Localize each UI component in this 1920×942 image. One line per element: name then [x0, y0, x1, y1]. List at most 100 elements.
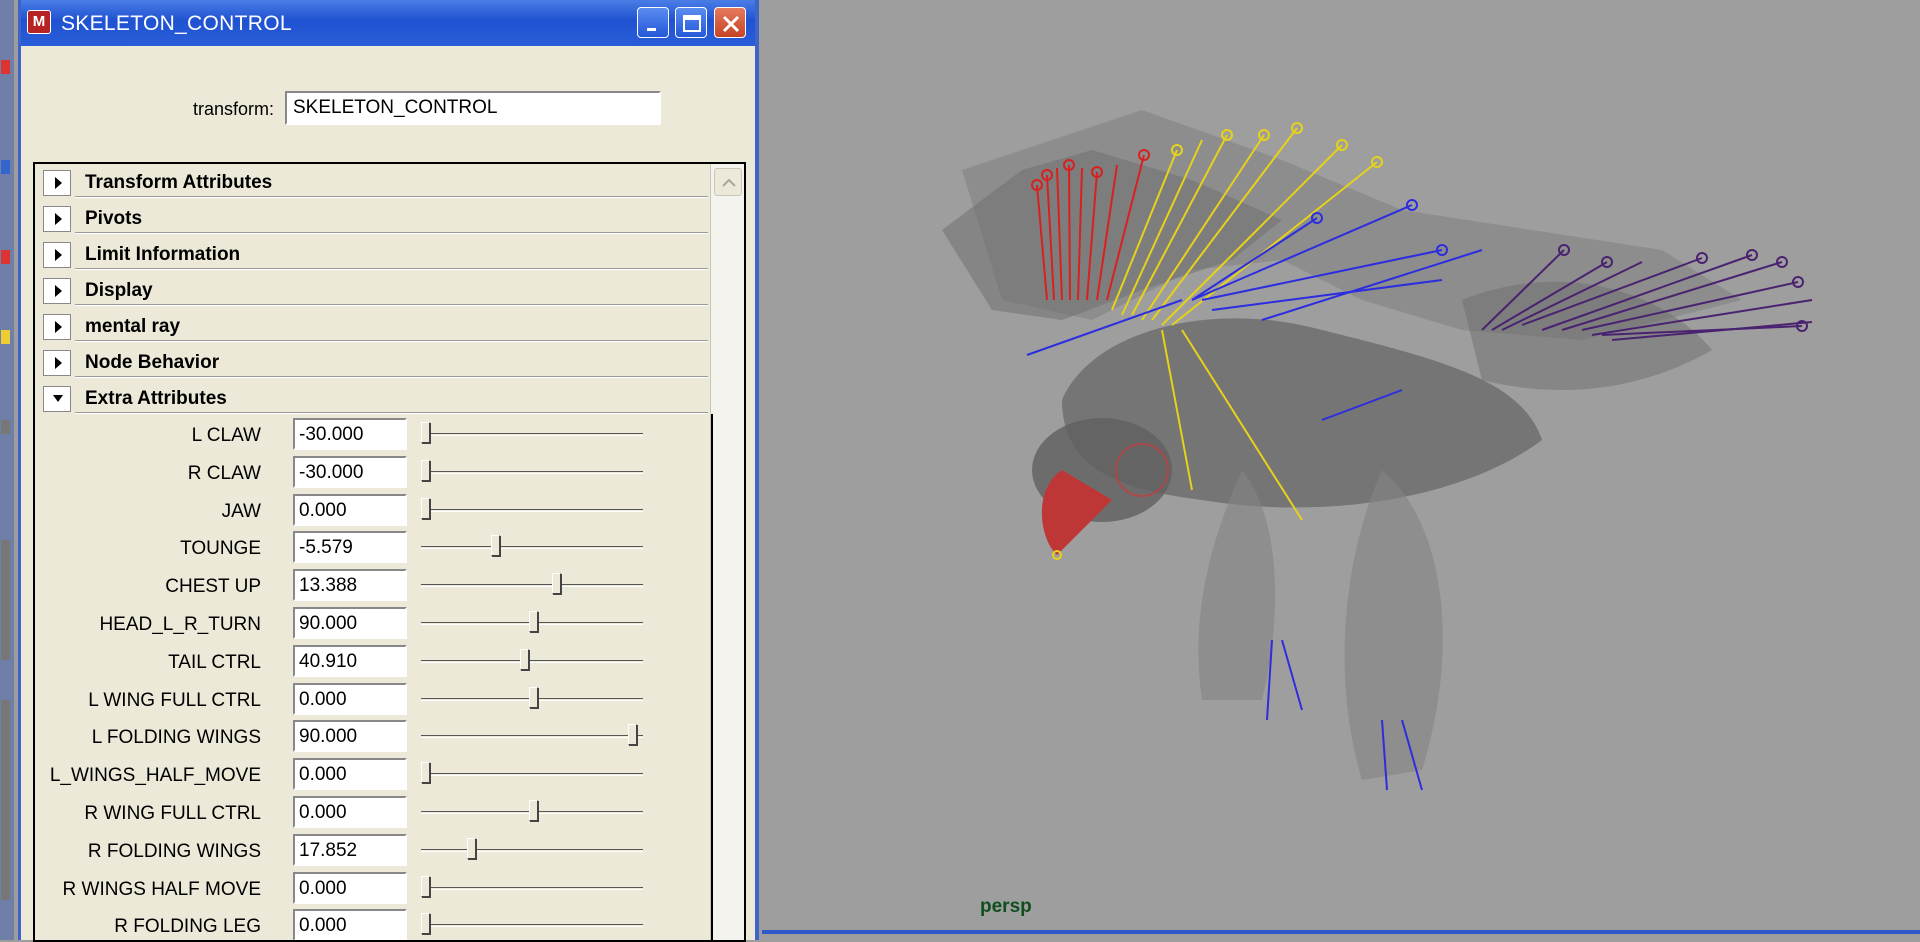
minimize-button[interactable]: [637, 7, 669, 38]
attribute-row: L FOLDING WINGS 90.000: [35, 720, 715, 754]
slider-thumb[interactable]: [529, 611, 538, 632]
collapsed-arrow-icon[interactable]: [43, 350, 71, 376]
camera-label: persp: [980, 896, 1032, 917]
attribute-label: L FOLDING WINGS: [91, 727, 261, 749]
section-divider: [75, 376, 708, 378]
section-extra-attributes[interactable]: Extra Attributes: [43, 384, 708, 414]
collapsed-arrow-icon[interactable]: [43, 314, 71, 340]
edge-mark: [1, 250, 10, 264]
attribute-row: R FOLDING LEG 0.000: [35, 909, 715, 940]
attribute-value-field[interactable]: 13.388: [293, 569, 407, 602]
attribute-slider[interactable]: [421, 913, 643, 937]
slider-thumb[interactable]: [467, 837, 476, 859]
collapsed-arrow-icon[interactable]: [43, 278, 71, 304]
section-divider: [75, 268, 708, 270]
close-button[interactable]: [714, 7, 746, 38]
slider-thumb[interactable]: [421, 875, 430, 897]
attribute-value-field[interactable]: 0.000: [293, 493, 407, 526]
attribute-label: R WING FULL CTRL: [84, 803, 261, 824]
transform-name-field[interactable]: SKELETON_CONTROL: [285, 91, 661, 125]
edge-mark: [1, 330, 10, 344]
slider-thumb[interactable]: [529, 800, 538, 821]
section-limit-information[interactable]: Limit Information: [43, 240, 708, 270]
attribute-value-field[interactable]: 0.000: [293, 682, 407, 715]
attribute-slider[interactable]: [421, 422, 643, 446]
attribute-value-field[interactable]: -30.000: [293, 455, 407, 488]
expanded-arrow-icon[interactable]: [43, 386, 71, 412]
attribute-slider[interactable]: [421, 497, 643, 522]
attribute-slider[interactable]: [421, 762, 643, 786]
section-label: mental ray: [85, 316, 181, 337]
slider-track: [421, 773, 643, 777]
attribute-slider[interactable]: [421, 875, 643, 900]
attribute-label: R FOLDING LEG: [114, 916, 261, 938]
attribute-slider[interactable]: [421, 648, 643, 673]
attribute-slider[interactable]: [421, 459, 643, 484]
slider-thumb[interactable]: [552, 573, 561, 595]
edge-mark: [1, 60, 10, 74]
attribute-label: R WINGS HALF MOVE: [62, 878, 261, 900]
attribute-value-field[interactable]: 0.000: [293, 871, 407, 904]
slider-thumb[interactable]: [421, 762, 430, 784]
minimize-icon: [647, 28, 656, 31]
slider-thumb[interactable]: [421, 459, 430, 481]
attribute-row: TAIL CTRL 40.910: [35, 644, 715, 679]
collapsed-arrow-icon[interactable]: [43, 170, 71, 196]
perspective-viewport[interactable]: persp: [762, 0, 1920, 940]
section-divider: [75, 412, 708, 414]
attribute-value-field[interactable]: 90.000: [293, 607, 407, 639]
attribute-value-field[interactable]: 40.910: [293, 644, 407, 677]
attribute-slider[interactable]: [421, 724, 643, 748]
transform-label: transform:: [193, 99, 275, 119]
collapsed-arrow-icon[interactable]: [43, 206, 71, 232]
slider-thumb[interactable]: [421, 497, 430, 519]
attribute-value-field[interactable]: 0.000: [293, 758, 407, 791]
maximize-icon: [683, 15, 701, 32]
section-node-behavior[interactable]: Node Behavior: [43, 348, 708, 378]
edge-mark: [1, 160, 10, 174]
attribute-row: R WING FULL CTRL 0.000: [35, 796, 715, 830]
attribute-value-field[interactable]: 0.000: [293, 909, 407, 940]
attribute-value-field[interactable]: 17.852: [293, 833, 407, 866]
section-display[interactable]: Display: [43, 276, 708, 306]
attribute-slider[interactable]: [421, 535, 643, 559]
attribute-label: R FOLDING WINGS: [87, 840, 261, 862]
slider-thumb[interactable]: [491, 535, 500, 557]
section-transform-attributes[interactable]: Transform Attributes: [43, 168, 708, 198]
section-label: Node Behavior: [85, 352, 220, 373]
attribute-slider[interactable]: [421, 611, 643, 635]
attribute-value-field[interactable]: -5.579: [293, 531, 407, 564]
attribute-label: L_WINGS_HALF_MOVE: [49, 765, 261, 787]
chevron-up-icon: [722, 178, 736, 187]
section-mental-ray[interactable]: mental ray: [43, 312, 708, 342]
slider-track: [421, 584, 643, 588]
slider-thumb[interactable]: [529, 686, 538, 708]
attribute-slider[interactable]: [421, 800, 643, 824]
title-bar[interactable]: M SKELETON_CONTROL: [21, 0, 755, 46]
attribute-value-field[interactable]: -30.000: [293, 418, 407, 450]
attribute-value-field[interactable]: 90.000: [293, 720, 407, 753]
attribute-row: L_WINGS_HALF_MOVE 0.000: [35, 758, 715, 792]
attribute-row: L CLAW -30.000: [35, 418, 715, 452]
attribute-slider[interactable]: [421, 837, 643, 862]
section-divider: [75, 340, 708, 342]
attribute-row: R CLAW -30.000: [35, 455, 715, 490]
scroll-up-button[interactable]: [714, 168, 742, 196]
scrollbar[interactable]: [710, 164, 744, 940]
slider-track: [421, 546, 643, 550]
maximize-button[interactable]: [675, 7, 707, 38]
attribute-slider[interactable]: [421, 573, 643, 597]
section-pivots[interactable]: Pivots: [43, 204, 708, 234]
slider-thumb[interactable]: [520, 648, 529, 670]
slider-track: [421, 735, 643, 739]
attribute-row: CHEST UP 13.388: [35, 569, 715, 603]
collapsed-arrow-icon[interactable]: [43, 242, 71, 268]
attribute-value-field[interactable]: 0.000: [293, 796, 407, 828]
viewport-border: [762, 930, 1920, 934]
slider-thumb[interactable]: [421, 913, 430, 935]
slider-track: [421, 508, 643, 512]
slider-thumb[interactable]: [421, 422, 430, 443]
slider-thumb[interactable]: [628, 724, 637, 746]
attribute-slider[interactable]: [421, 686, 643, 711]
window-title: SKELETON_CONTROL: [61, 12, 292, 35]
